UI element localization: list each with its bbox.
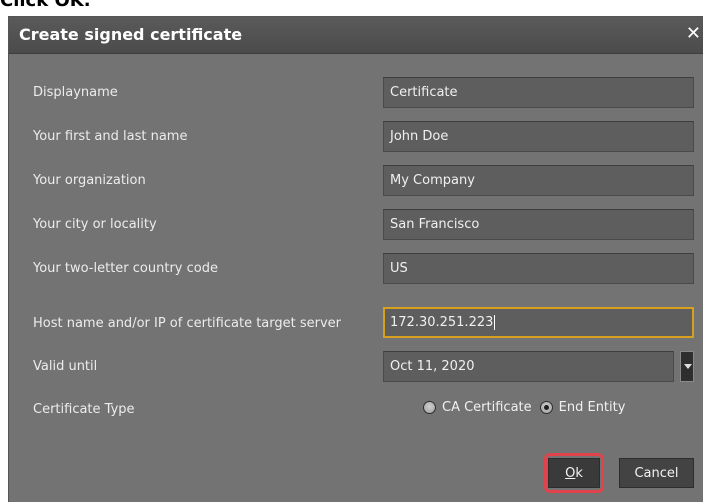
ok-label: k xyxy=(575,465,583,481)
displayname-label: Displayname xyxy=(33,85,118,100)
end-entity-label[interactable]: End Entity xyxy=(559,400,626,415)
text-caret xyxy=(494,315,496,330)
ca-certificate-radio[interactable] xyxy=(423,401,436,414)
city-label: Your city or locality xyxy=(33,217,157,232)
host-ip-field[interactable]: 172.30.251.223 xyxy=(383,307,694,338)
create-signed-certificate-dialog: Create signed certificate ✕ Displayname … xyxy=(8,16,703,502)
date-dropdown-button[interactable] xyxy=(680,351,694,382)
host-ip-label: Host name and/or IP of certificate targe… xyxy=(33,316,342,331)
full-name-field[interactable]: John Doe xyxy=(383,121,694,152)
instruction-text: Click OK. xyxy=(0,0,91,11)
displayname-field[interactable]: Certificate xyxy=(383,77,694,108)
organization-label: Your organization xyxy=(33,173,146,188)
end-entity-radio[interactable] xyxy=(539,401,553,414)
certificate-type-label: Certificate Type xyxy=(33,402,135,417)
full-name-label: Your first and last name xyxy=(33,129,188,144)
dialog-titlebar: Create signed certificate ✕ xyxy=(9,17,703,54)
ok-button[interactable]: Ok xyxy=(548,458,600,488)
ok-mnemonic: O xyxy=(565,465,576,481)
close-icon[interactable]: ✕ xyxy=(686,23,701,44)
organization-field[interactable]: My Company xyxy=(383,165,694,196)
country-code-label: Your two-letter country code xyxy=(33,261,218,276)
valid-until-label: Valid until xyxy=(33,359,98,374)
ca-certificate-label[interactable]: CA Certificate xyxy=(442,400,532,415)
cancel-button[interactable]: Cancel xyxy=(619,458,694,488)
valid-until-field[interactable]: Oct 11, 2020 xyxy=(383,351,674,382)
city-field[interactable]: San Francisco xyxy=(383,209,694,240)
country-code-field[interactable]: US xyxy=(383,253,694,284)
certificate-type-radio-group: CA Certificate End Entity xyxy=(423,400,633,415)
host-ip-value: 172.30.251.223 xyxy=(390,315,494,330)
dialog-title: Create signed certificate xyxy=(19,25,243,44)
